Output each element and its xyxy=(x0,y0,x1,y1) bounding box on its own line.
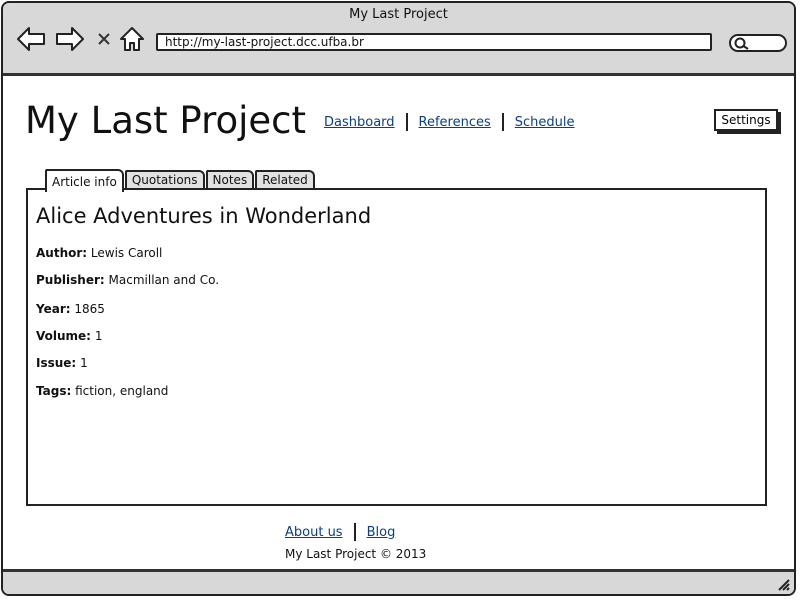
footer-links: About us Blog xyxy=(285,523,395,541)
search-icon xyxy=(734,37,749,50)
field-label: Publisher: xyxy=(36,273,105,287)
article-title: Alice Adventures in Wonderland xyxy=(36,204,372,228)
nav-link-schedule[interactable]: Schedule xyxy=(515,115,575,130)
footer-separator xyxy=(353,523,356,541)
forward-arrow-icon[interactable] xyxy=(55,25,85,53)
tab-notes[interactable]: Notes xyxy=(205,170,255,190)
field-label: Author: xyxy=(36,246,88,260)
tab-quotations[interactable]: Quotations xyxy=(124,170,205,190)
field-value: 1865 xyxy=(74,302,105,316)
tab-article-info[interactable]: Article info xyxy=(45,169,124,192)
settings-button[interactable]: Settings xyxy=(714,109,778,131)
footer-link-about-us[interactable]: About us xyxy=(285,525,343,540)
field-tags: Tags: fiction, england xyxy=(36,383,168,399)
address-bar[interactable]: http://my-last-project.dcc.ufba.br xyxy=(156,33,712,51)
back-arrow-icon[interactable] xyxy=(16,25,46,53)
field-value: Lewis Caroll xyxy=(90,246,163,260)
field-value: fiction, england xyxy=(75,384,169,398)
tab-related[interactable]: Related xyxy=(255,170,315,190)
home-icon[interactable] xyxy=(117,25,147,53)
field-year: Year: 1865 xyxy=(36,301,105,317)
article-panel: Alice Adventures in Wonderland Author: L… xyxy=(26,188,767,506)
field-publisher: Publisher: Macmillan and Co. xyxy=(36,272,219,288)
field-label: Issue: xyxy=(36,356,77,370)
resize-grip-icon[interactable] xyxy=(776,577,790,591)
top-navigation: Dashboard References Schedule xyxy=(324,113,575,131)
browser-search-field[interactable] xyxy=(729,34,787,52)
field-label: Year: xyxy=(36,302,71,316)
browser-chrome: My Last Project http://my-last-project.d… xyxy=(3,3,794,76)
status-bar xyxy=(3,569,794,594)
copyright-text: My Last Project © 2013 xyxy=(285,547,427,561)
field-issue: Issue: 1 xyxy=(36,355,88,371)
field-label: Tags: xyxy=(36,384,72,398)
footer-link-blog[interactable]: Blog xyxy=(367,525,396,540)
nav-link-dashboard[interactable]: Dashboard xyxy=(324,115,395,130)
field-value: 1 xyxy=(94,329,103,343)
field-value: 1 xyxy=(80,356,88,370)
field-label: Volume: xyxy=(36,329,91,343)
nav-separator xyxy=(501,113,504,131)
field-author: Author: Lewis Caroll xyxy=(36,245,162,261)
page-title: My Last Project xyxy=(25,99,307,142)
close-icon[interactable] xyxy=(89,25,119,53)
nav-link-references[interactable]: References xyxy=(419,115,491,130)
browser-window: My Last Project http://my-last-project.d… xyxy=(1,1,796,596)
field-value: Macmillan and Co. xyxy=(108,273,220,287)
field-volume: Volume: 1 xyxy=(36,328,102,344)
window-title: My Last Project xyxy=(349,7,448,22)
nav-separator xyxy=(405,113,408,131)
tab-bar: Article info Quotations Notes Related xyxy=(45,167,316,192)
